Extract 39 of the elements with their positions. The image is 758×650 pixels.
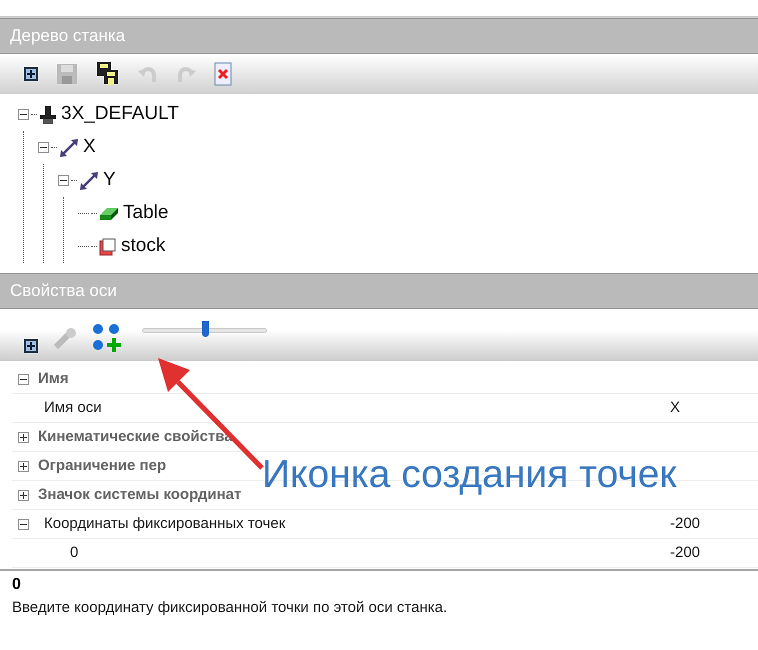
expand-toggle[interactable] xyxy=(18,490,28,500)
panel-header: Свойства оси xyxy=(0,273,758,309)
description-title: 0 xyxy=(12,575,22,595)
double-arrow-icon xyxy=(79,170,99,190)
collapse-toggle[interactable] xyxy=(58,175,69,186)
expand-icon[interactable] xyxy=(24,339,38,353)
property-value: -200 xyxy=(670,514,700,534)
property-value: X xyxy=(670,398,680,418)
category-label: Значок системы координат xyxy=(38,484,242,505)
description-text: Введите координату фиксированной точки по этой оси станка. xyxy=(12,598,448,618)
delete-document-icon[interactable] xyxy=(214,62,232,86)
property-value: -200 xyxy=(670,542,700,563)
save-all-icon[interactable] xyxy=(96,61,120,87)
tree-item[interactable]: X xyxy=(83,133,96,162)
table-icon xyxy=(99,206,119,220)
collapse-toggle[interactable] xyxy=(18,109,29,120)
slider-thumb[interactable] xyxy=(202,321,208,337)
collapse-toggle[interactable] xyxy=(18,518,28,530)
tree-item[interactable]: Table xyxy=(123,199,168,228)
machine-icon xyxy=(39,104,57,124)
expand-icon[interactable] xyxy=(24,67,38,81)
property-label: Имя оси xyxy=(44,398,102,418)
stock-icon xyxy=(99,238,117,256)
property-label: Координаты фиксированных точек xyxy=(44,514,286,534)
tree-item[interactable]: stock xyxy=(121,232,166,261)
property-label: 0 xyxy=(70,542,78,563)
category-label: Ограничение пер xyxy=(38,456,166,476)
expand-toggle[interactable] xyxy=(18,460,28,472)
annotation-text: Иконка создания точек xyxy=(262,452,676,498)
collapse-toggle[interactable] xyxy=(38,142,49,153)
tree-item[interactable]: Y xyxy=(103,166,116,195)
tree-item[interactable]: 3X_DEFAULT xyxy=(61,100,179,129)
save-icon[interactable] xyxy=(56,63,78,85)
panel-header: Дерево станка xyxy=(0,18,758,54)
collapse-toggle[interactable] xyxy=(18,374,28,384)
double-arrow-icon xyxy=(59,138,79,158)
add-points-icon[interactable] xyxy=(92,323,122,353)
category-label: Имя xyxy=(38,368,69,389)
expand-toggle[interactable] xyxy=(18,432,28,442)
